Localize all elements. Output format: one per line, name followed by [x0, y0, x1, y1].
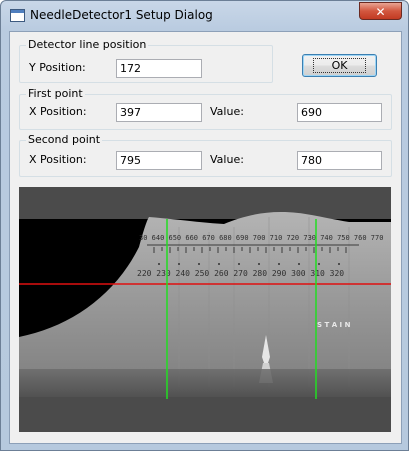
close-button[interactable]: ✕: [359, 2, 402, 20]
second-point-x-input[interactable]: [116, 151, 202, 170]
first-point-x-label: X Position:: [29, 105, 87, 118]
ok-button-label: OK: [312, 58, 367, 73]
first-point-x-input[interactable]: [116, 103, 202, 122]
detector-y-label: Y Position:: [29, 61, 86, 74]
dial-scale-lower: 220 230 240 250 260 270 280 290 300 310 …: [137, 269, 344, 278]
dialog-client-area: Detector line position Y Position: OK Fi…: [9, 31, 402, 444]
window-icon: [10, 9, 25, 22]
window-title: NeedleDetector1 Setup Dialog: [30, 8, 213, 22]
camera-preview[interactable]: 30 640 650 660 670 680 690 700 710 720 7…: [19, 187, 391, 432]
second-point-value-input[interactable]: [297, 151, 382, 170]
first-point-group-label: First point: [26, 87, 85, 100]
ok-button[interactable]: OK: [302, 54, 377, 77]
camera-preview-image: 30 640 650 660 670 680 690 700 710 720 7…: [19, 187, 391, 432]
dial-scale-upper: 30 640 650 660 670 680 690 700 710 720 7…: [139, 234, 383, 242]
dialog-window: NeedleDetector1 Setup Dialog ✕ Detector …: [0, 0, 409, 451]
first-point-value-input[interactable]: [297, 103, 382, 122]
second-point-group-label: Second point: [26, 133, 103, 146]
detector-y-input[interactable]: [116, 59, 202, 78]
second-point-x-label: X Position:: [29, 153, 87, 166]
title-bar[interactable]: NeedleDetector1 Setup Dialog ✕: [1, 1, 408, 29]
first-point-value-label: Value:: [210, 105, 244, 118]
dial-stain-text: S T A I N: [317, 321, 351, 329]
detector-line-group-label: Detector line position: [26, 38, 149, 51]
second-point-value-label: Value:: [210, 153, 244, 166]
